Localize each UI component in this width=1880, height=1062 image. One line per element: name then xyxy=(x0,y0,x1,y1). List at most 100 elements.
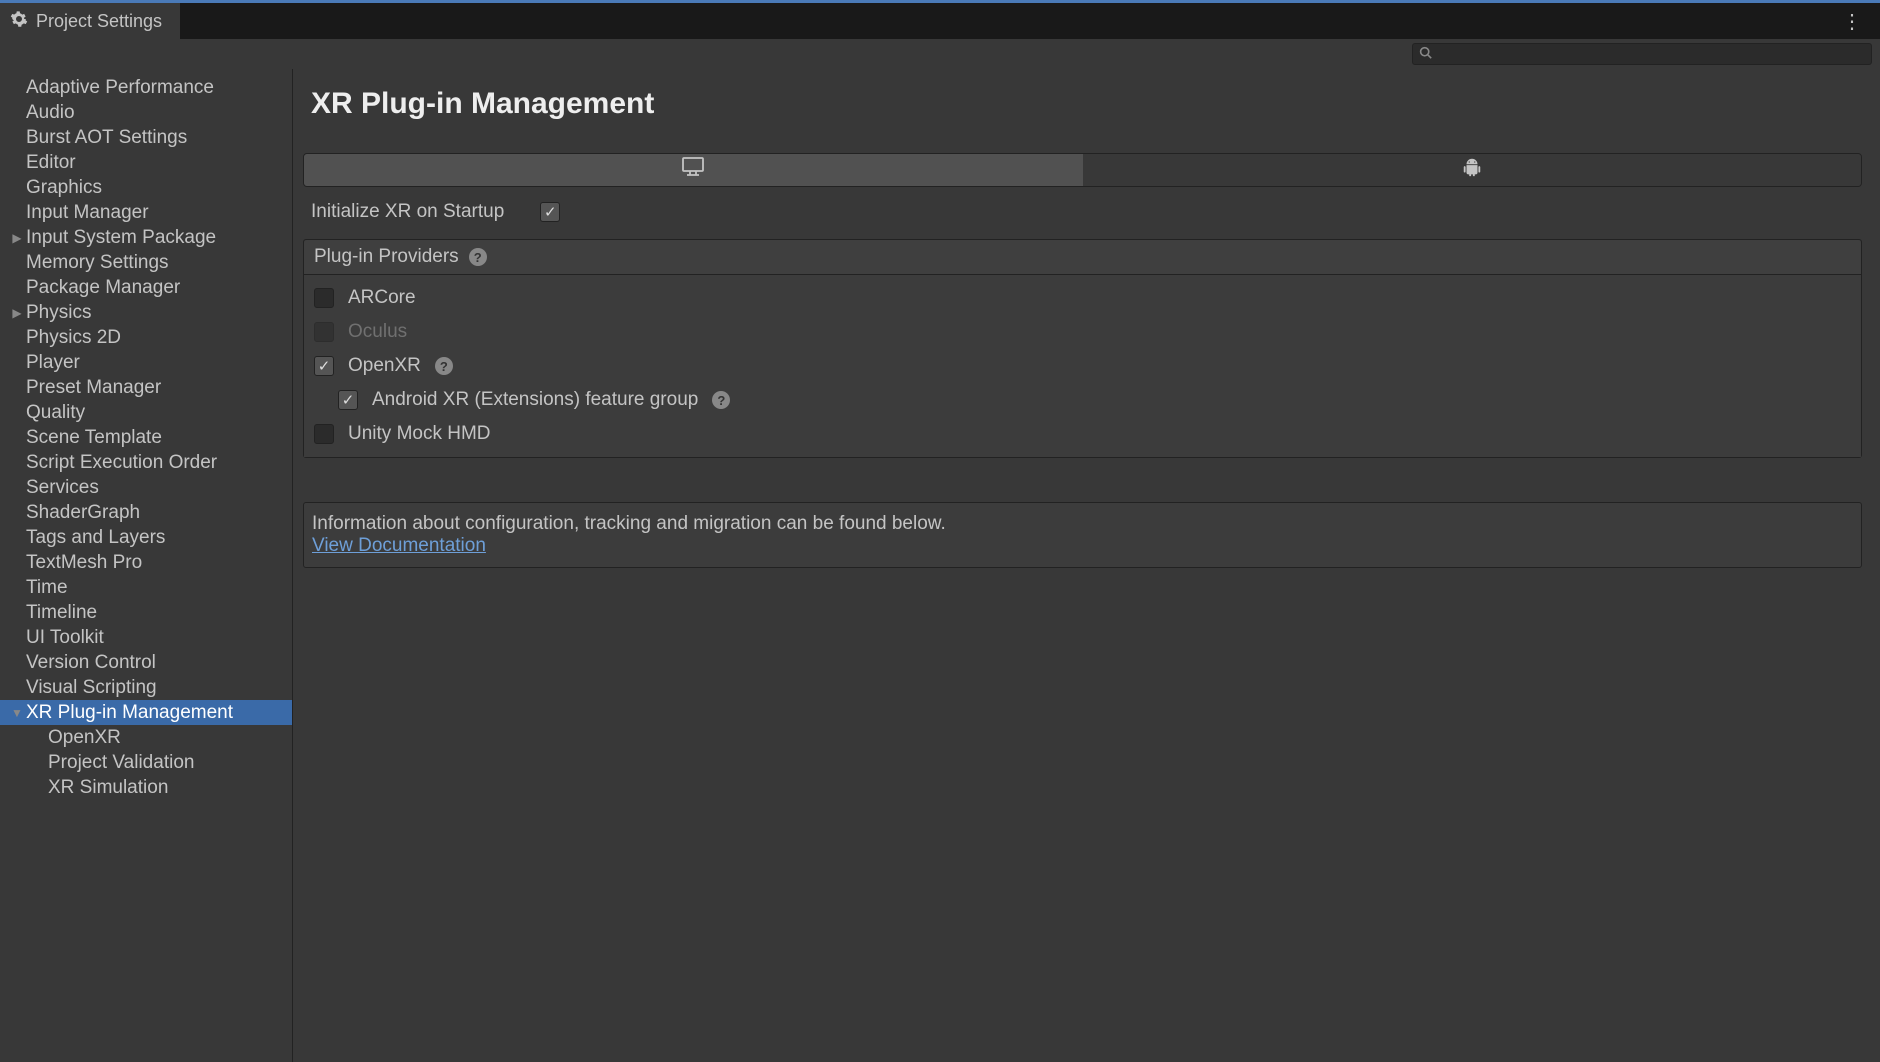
sidebar-item-label: XR Simulation xyxy=(48,777,168,799)
sidebar-item-label: Project Validation xyxy=(48,752,194,774)
provider-row-android-xr-extensions-feature-group: ✓ Android XR (Extensions) feature group? xyxy=(304,383,1861,417)
sidebar-item-label: Tags and Layers xyxy=(26,527,165,549)
sidebar-item-package-manager[interactable]: Package Manager xyxy=(0,275,292,300)
sidebar-item-script-execution-order[interactable]: Script Execution Order xyxy=(0,450,292,475)
search-box[interactable] xyxy=(1412,43,1872,65)
view-documentation-link[interactable]: View Documentation xyxy=(312,535,486,556)
info-box: Information about configuration, trackin… xyxy=(303,502,1862,568)
providers-body: ARCore Oculus ✓ OpenXR? ✓ Android XR (Extensi… xyxy=(304,275,1861,457)
sidebar-item-burst-aot-settings[interactable]: Burst AOT Settings xyxy=(0,125,292,150)
sidebar-item-time[interactable]: Time xyxy=(0,575,292,600)
sidebar-item-textmesh-pro[interactable]: TextMesh Pro xyxy=(0,550,292,575)
help-icon[interactable]: ? xyxy=(712,391,730,409)
sidebar-item-visual-scripting[interactable]: Visual Scripting xyxy=(0,675,292,700)
titlebar-tab[interactable]: Project Settings xyxy=(0,3,180,39)
provider-row-oculus: Oculus xyxy=(304,315,1861,349)
sidebar-item-label: Graphics xyxy=(26,177,102,199)
chevron-right-icon: ▶ xyxy=(8,306,26,320)
android-icon xyxy=(1461,156,1483,184)
init-xr-row: Initialize XR on Startup ✓ xyxy=(303,195,1862,229)
init-xr-label: Initialize XR on Startup xyxy=(311,201,504,223)
search-row xyxy=(0,39,1880,69)
sidebar-item-label: Time xyxy=(26,577,68,599)
sidebar-item-adaptive-performance[interactable]: Adaptive Performance xyxy=(0,75,292,100)
sidebar-item-label: Adaptive Performance xyxy=(26,77,214,99)
sidebar-item-label: Input System Package xyxy=(26,227,216,249)
provider-row-arcore: ARCore xyxy=(304,281,1861,315)
provider-label: ARCore xyxy=(348,287,416,309)
sidebar-item-label: Audio xyxy=(26,102,75,124)
sidebar-item-physics[interactable]: ▶Physics xyxy=(0,300,292,325)
search-icon xyxy=(1419,43,1432,65)
sidebar-item-openxr[interactable]: OpenXR xyxy=(0,725,292,750)
sidebar-item-tags-and-layers[interactable]: Tags and Layers xyxy=(0,525,292,550)
project-settings-window: Project Settings ⋮ Adaptive PerformanceA… xyxy=(0,0,1880,1062)
sidebar-item-label: Editor xyxy=(26,152,76,174)
kebab-menu-icon[interactable]: ⋮ xyxy=(1824,9,1880,34)
titlebar-title: Project Settings xyxy=(36,11,162,32)
sidebar-item-player[interactable]: Player xyxy=(0,350,292,375)
sidebar-item-label: Physics xyxy=(26,302,91,324)
sidebar-item-xr-simulation[interactable]: XR Simulation xyxy=(0,775,292,800)
sidebar-item-label: Version Control xyxy=(26,652,156,674)
sidebar-item-quality[interactable]: Quality xyxy=(0,400,292,425)
provider-checkbox[interactable]: ✓ xyxy=(314,356,334,376)
sidebar-item-label: UI Toolkit xyxy=(26,627,104,649)
sidebar-item-label: Timeline xyxy=(26,602,97,624)
sidebar-item-label: Package Manager xyxy=(26,277,180,299)
sidebar-item-label: Quality xyxy=(26,402,85,424)
sidebar-item-editor[interactable]: Editor xyxy=(0,150,292,175)
provider-row-unity-mock-hmd: Unity Mock HMD xyxy=(304,417,1861,451)
sidebar-item-version-control[interactable]: Version Control xyxy=(0,650,292,675)
sidebar-item-label: Preset Manager xyxy=(26,377,161,399)
provider-label: Oculus xyxy=(348,321,407,343)
sidebar-item-label: Services xyxy=(26,477,99,499)
tab-android[interactable] xyxy=(1083,154,1862,186)
sidebar-item-preset-manager[interactable]: Preset Manager xyxy=(0,375,292,400)
sidebar-item-ui-toolkit[interactable]: UI Toolkit xyxy=(0,625,292,650)
providers-header-label: Plug-in Providers xyxy=(314,246,459,268)
monitor-icon xyxy=(681,156,705,184)
provider-row-openxr: ✓ OpenXR? xyxy=(304,349,1861,383)
provider-checkbox[interactable] xyxy=(314,288,334,308)
sidebar-item-label: OpenXR xyxy=(48,727,121,749)
provider-label: Unity Mock HMD xyxy=(348,423,491,445)
sidebar-item-label: Input Manager xyxy=(26,202,149,224)
titlebar: Project Settings ⋮ xyxy=(0,0,1880,39)
platform-tabs xyxy=(303,153,1862,187)
sidebar-item-label: Burst AOT Settings xyxy=(26,127,187,149)
sidebar-item-shadergraph[interactable]: ShaderGraph xyxy=(0,500,292,525)
tab-standalone[interactable] xyxy=(304,154,1083,186)
sidebar-item-audio[interactable]: Audio xyxy=(0,100,292,125)
sidebar-item-timeline[interactable]: Timeline xyxy=(0,600,292,625)
sidebar-item-graphics[interactable]: Graphics xyxy=(0,175,292,200)
sidebar-item-project-validation[interactable]: Project Validation xyxy=(0,750,292,775)
chevron-right-icon: ▶ xyxy=(8,231,26,245)
sidebar-item-physics-2d[interactable]: Physics 2D xyxy=(0,325,292,350)
sidebar-item-input-manager[interactable]: Input Manager xyxy=(0,200,292,225)
sidebar-item-label: Script Execution Order xyxy=(26,452,217,474)
sidebar-item-label: ShaderGraph xyxy=(26,502,140,524)
sidebar-item-input-system-package[interactable]: ▶Input System Package xyxy=(0,225,292,250)
sidebar-item-memory-settings[interactable]: Memory Settings xyxy=(0,250,292,275)
sidebar-item-label: Visual Scripting xyxy=(26,677,157,699)
help-icon[interactable]: ? xyxy=(469,248,487,266)
provider-checkbox[interactable] xyxy=(314,424,334,444)
provider-label: OpenXR xyxy=(348,355,421,377)
providers-panel: Plug-in Providers ? ARCore Oculus ✓ OpenXR?… xyxy=(303,239,1862,458)
page-title: XR Plug-in Management xyxy=(311,87,1862,121)
sidebar: Adaptive Performance Audio Burst AOT Setti… xyxy=(0,69,293,1062)
sidebar-item-xr-plug-in-management[interactable]: ▼XR Plug-in Management xyxy=(0,700,292,725)
provider-label: Android XR (Extensions) feature group xyxy=(372,389,698,411)
provider-checkbox[interactable]: ✓ xyxy=(338,390,358,410)
sidebar-item-label: Scene Template xyxy=(26,427,162,449)
sidebar-item-label: Physics 2D xyxy=(26,327,121,349)
search-input[interactable] xyxy=(1438,46,1865,62)
sidebar-item-services[interactable]: Services xyxy=(0,475,292,500)
provider-checkbox xyxy=(314,322,334,342)
sidebar-item-label: Player xyxy=(26,352,80,374)
help-icon[interactable]: ? xyxy=(435,357,453,375)
sidebar-item-label: XR Plug-in Management xyxy=(26,702,233,724)
sidebar-item-scene-template[interactable]: Scene Template xyxy=(0,425,292,450)
init-xr-checkbox[interactable]: ✓ xyxy=(540,202,560,222)
